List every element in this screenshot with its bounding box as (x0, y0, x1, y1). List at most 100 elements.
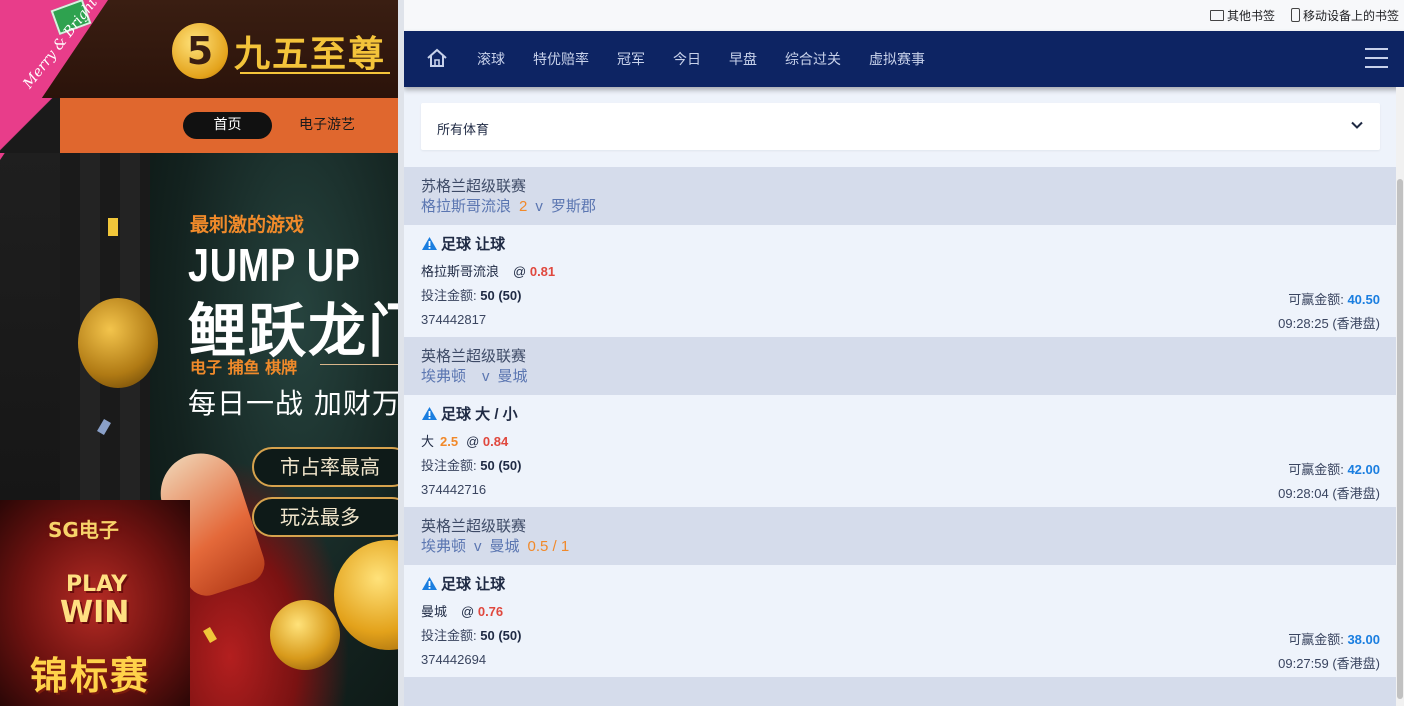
mobile-bookmarks-button[interactable]: 移动设备上的书签 (1291, 8, 1399, 24)
sport-filter-value: 所有体育 (437, 122, 490, 137)
sportsbook-navbar: 滚球 特优赔率 冠军 今日 早盘 综合过关 虚拟赛事 (404, 31, 1404, 87)
home-team: 格拉斯哥流浪 (421, 198, 512, 215)
payout-value: 40.50 (1347, 292, 1380, 307)
market-name: 足球 让球 (441, 236, 506, 253)
stake-line: 投注金额: 50 (50) (421, 288, 1380, 304)
vs-label: v (474, 538, 482, 555)
sg-tournament-text: 锦标赛 (30, 654, 151, 698)
selection-line: 曼城 @ 0.76 (421, 604, 1380, 620)
payout-value: 42.00 (1347, 462, 1380, 477)
bet-reference: 374442716 (421, 482, 487, 497)
odds-value: 0.81 (529, 264, 556, 279)
logo-icon[interactable]: 5 (172, 23, 228, 79)
header-handicap: 2 (519, 198, 528, 215)
header-handicap: 0.5 / 1 (527, 538, 570, 555)
bet-time: 09:28:25 (香港盘) (1278, 316, 1380, 331)
odds-value: 0.76 (477, 604, 504, 619)
logo-text[interactable]: 九五至尊 (234, 25, 386, 77)
payout-line: 可赢金额: 38.00 (1288, 629, 1380, 648)
menu-icon[interactable] (1365, 48, 1388, 68)
league-name: 英格兰超级联赛 (421, 348, 527, 365)
promo-pill-most-games[interactable]: 玩法最多 (252, 497, 398, 537)
nav-tab-early[interactable]: 早盘 (729, 49, 757, 69)
bet-detail[interactable]: 足球 让球 曼城 @ 0.76 投注金额: 50 (50) 374442694 可… (404, 565, 1396, 677)
stake-label: 投注金额: (421, 288, 477, 303)
payout-label: 可赢金额: (1288, 462, 1344, 477)
sg-win-text: WIN (60, 595, 130, 630)
other-bookmarks-label: 其他书签 (1227, 9, 1276, 23)
sg-play-text: PLAY (66, 572, 127, 597)
nav-games-link[interactable]: 电子游艺 (299, 112, 355, 139)
market-title: 足球 让球 (421, 235, 1380, 255)
bet-match-header: 英格兰超级联赛 埃弗顿 v 曼城 0.5 / 1 (404, 507, 1396, 565)
scrollbar[interactable] (1396, 87, 1404, 706)
odds-value: 0.84 (482, 434, 509, 449)
warning-icon (422, 577, 437, 590)
bet-match-header: 英格兰超级联赛 埃弗顿 v 曼城 (404, 337, 1396, 395)
home-team: 埃弗顿 (421, 538, 467, 555)
nav-tab-parlay[interactable]: 综合过关 (785, 49, 841, 69)
nav-tab-outrights[interactable]: 冠军 (617, 49, 645, 69)
stake-label: 投注金额: (421, 628, 477, 643)
match-teams: 格拉斯哥流浪 2 v 罗斯郡 (421, 196, 1396, 217)
promo-subtitle: 最刺激的游戏 (190, 214, 305, 236)
christmas-ribbon-tail (0, 98, 60, 153)
payout-label: 可赢金额: (1288, 632, 1344, 647)
payout-line: 可赢金额: 40.50 (1288, 289, 1380, 308)
other-bookmarks-button[interactable]: 其他书签 (1210, 8, 1275, 24)
away-team: 罗斯郡 (550, 198, 596, 215)
nav-tab-special-odds[interactable]: 特优赔率 (533, 49, 589, 69)
selection-handicap: 2.5 (440, 434, 459, 449)
stake-value: 50 (50) (480, 288, 522, 303)
mobile-bookmarks-label: 移动设备上的书签 (1303, 9, 1400, 23)
league-name: 英格兰超级联赛 (421, 518, 527, 535)
nav-tab-inplay[interactable]: 滚球 (477, 49, 505, 69)
market-title: 足球 让球 (421, 575, 1380, 595)
coin-image (270, 600, 340, 670)
match-teams: 埃弗顿 v 曼城 (421, 366, 1396, 387)
bet-reference: 374442817 (421, 312, 487, 327)
market-name: 足球 让球 (441, 576, 506, 593)
nav-tab-today[interactable]: 今日 (673, 49, 701, 69)
bet-match-header (404, 677, 1396, 706)
home-icon[interactable] (426, 47, 448, 69)
sportsbook-panel: 其他书签 移动设备上的书签 滚球 特优赔率 冠军 今日 早盘 综合过关 虚拟赛事… (404, 0, 1404, 706)
scrollbar-thumb[interactable] (1397, 179, 1403, 699)
bet-list: 苏格兰超级联赛 格拉斯哥流浪 2 v 罗斯郡 足球 让球 格拉斯哥流浪 @ 0.81 投… (404, 167, 1396, 706)
nav-home-button[interactable]: 首页 (183, 112, 272, 139)
bet-match-header: 苏格兰超级联赛 格拉斯哥流浪 2 v 罗斯郡 (404, 167, 1396, 225)
nav-tab-virtual[interactable]: 虚拟赛事 (869, 49, 925, 69)
folder-icon (1210, 10, 1224, 21)
promo-pill-market-share[interactable]: 市占率最高 (252, 447, 398, 487)
chevron-down-icon (1351, 121, 1363, 129)
payout-value: 38.00 (1347, 632, 1380, 647)
warning-icon (422, 407, 437, 420)
stake-line: 投注金额: 50 (50) (421, 458, 1380, 474)
at-sign: @ (466, 434, 480, 449)
at-sign: @ (513, 264, 527, 279)
bet-detail[interactable]: 足球 大 / 小 大 2.5 @ 0.84 投注金额: 50 (50) 374442… (404, 395, 1396, 507)
stake-label: 投注金额: (421, 458, 477, 473)
promo-daily: 每日一战 加财万 (188, 387, 398, 420)
match-teams: 埃弗顿 v 曼城 0.5 / 1 (421, 536, 1396, 557)
home-team: 埃弗顿 (421, 368, 467, 385)
sg-brand: SG电子 (48, 518, 119, 542)
selection-name: 曼城 (421, 604, 448, 619)
logo-flourish (240, 72, 390, 74)
selection-line: 大 2.5 @ 0.84 (421, 434, 1380, 450)
stake-value: 50 (50) (480, 458, 522, 473)
market-title: 足球 大 / 小 (421, 405, 1380, 425)
selection-name: 大 (421, 434, 435, 449)
confetti (108, 218, 118, 236)
selection-name: 格拉斯哥流浪 (421, 264, 500, 279)
casino-site-panel: Merry & Bright 5 九五至尊 首页 电子游艺 最刺激的游戏 JUM… (0, 0, 398, 706)
payout-label: 可赢金额: (1288, 292, 1344, 307)
vs-label: v (535, 198, 543, 215)
league-name: 苏格兰超级联赛 (421, 178, 527, 195)
bet-detail[interactable]: 足球 让球 格拉斯哥流浪 @ 0.81 投注金额: 50 (50) 3744428… (404, 225, 1396, 337)
sport-filter-select[interactable]: 所有体育 (421, 103, 1380, 150)
at-sign: @ (461, 604, 475, 619)
bet-time: 09:27:59 (香港盘) (1278, 656, 1380, 671)
stake-line: 投注金额: 50 (50) (421, 628, 1380, 644)
selection-line: 格拉斯哥流浪 @ 0.81 (421, 264, 1380, 280)
